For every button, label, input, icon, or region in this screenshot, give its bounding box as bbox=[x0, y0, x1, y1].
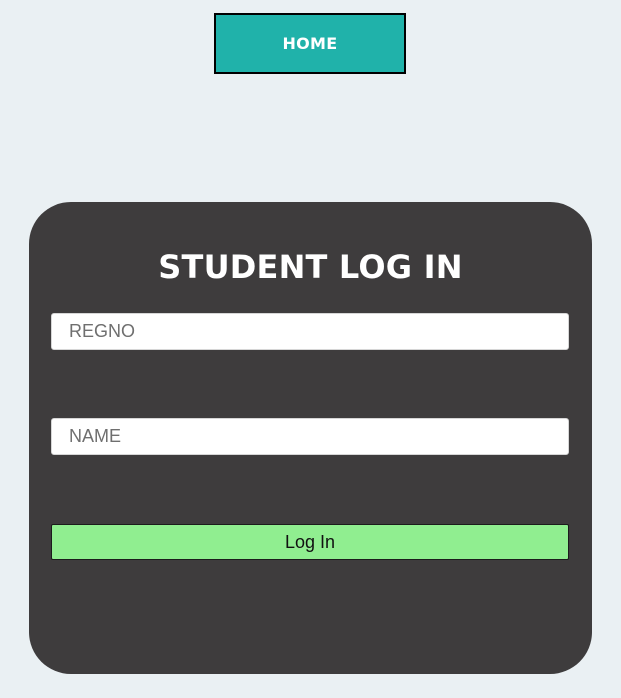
home-button[interactable]: HOME bbox=[214, 13, 406, 74]
name-input[interactable] bbox=[51, 418, 569, 455]
login-card: STUDENT LOG IN Log In bbox=[29, 202, 592, 674]
login-title: STUDENT LOG IN bbox=[158, 248, 463, 286]
regno-input[interactable] bbox=[51, 313, 569, 350]
login-button[interactable]: Log In bbox=[51, 524, 569, 560]
